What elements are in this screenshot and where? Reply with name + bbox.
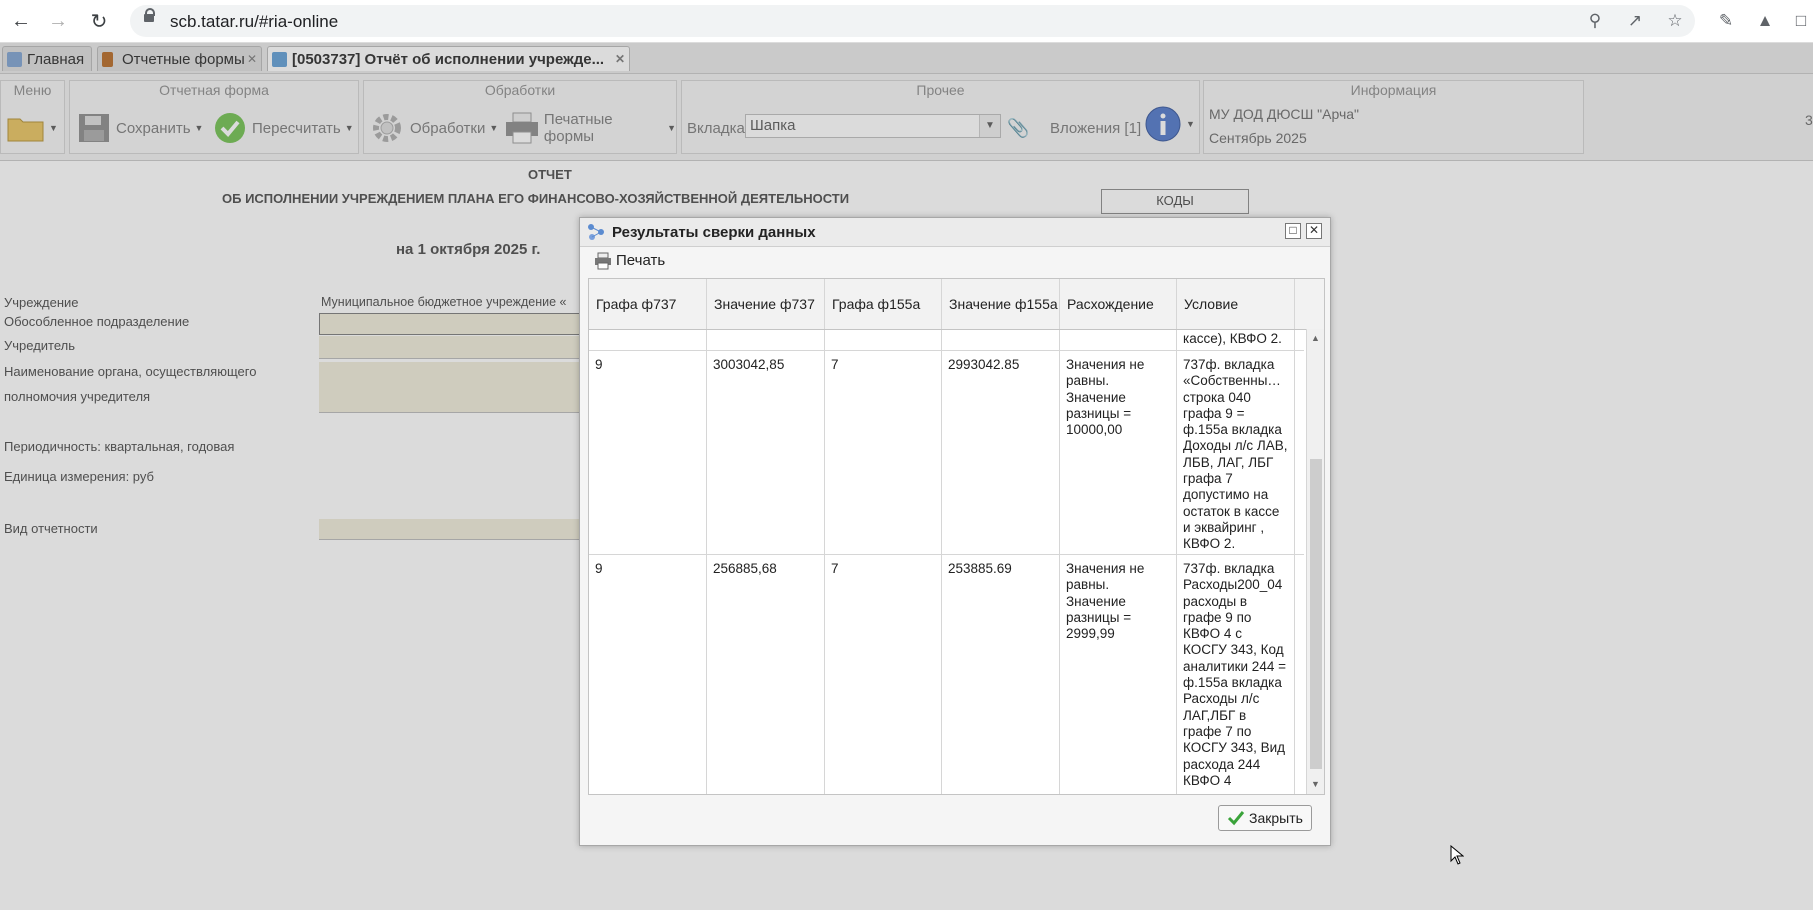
address-bar[interactable]: scb.tatar.ru/#ria-online ⚲ ↗ ☆ (130, 5, 1695, 37)
table-cell (707, 330, 825, 350)
flask-icon[interactable]: ▲ (1754, 10, 1776, 32)
key-icon[interactable]: ⚲ (1584, 10, 1606, 32)
table-row[interactable]: 9 3003042,85 7 2993042.85 Значения не ра… (589, 351, 1304, 555)
table-cell (589, 330, 707, 350)
column-header[interactable]: Значение ф155а (942, 279, 1060, 329)
browser-toolbar: ← → ↻ scb.tatar.ru/#ria-online ⚲ ↗ ☆ ✎ ▲… (0, 0, 1813, 43)
table-cell: 737ф. вкладка Расходы200_04 расходы в гр… (1177, 555, 1295, 794)
back-icon[interactable]: ← (8, 8, 34, 34)
url-text: scb.tatar.ru/#ria-online (170, 12, 339, 31)
close-icon[interactable]: ✕ (1306, 223, 1322, 239)
star-icon[interactable]: ☆ (1664, 10, 1686, 32)
dialog-title: Результаты сверки данных (612, 224, 816, 241)
table-cell: 7 (825, 555, 942, 794)
table-cell (825, 330, 942, 350)
printer-icon (595, 252, 611, 270)
share-icon[interactable]: ↗ (1624, 10, 1646, 32)
print-button[interactable]: Печать (588, 250, 1312, 274)
maximize-icon[interactable]: □ (1285, 223, 1301, 239)
column-header[interactable]: Графа ф155а (825, 279, 942, 329)
table-row[interactable]: 9 256885,68 7 253885.69 Значения не равн… (589, 555, 1304, 794)
table-cell: Значения не равны. Значение разницы = 29… (1060, 555, 1177, 794)
table-cell: кассе), КВФО 2. (1177, 330, 1295, 350)
column-header[interactable]: Значение ф737 (707, 279, 825, 329)
table-cell: 7 (825, 351, 942, 554)
scroll-up-icon[interactable]: ▲ (1311, 333, 1320, 343)
reconciliation-dialog: Результаты сверки данных □ ✕ Печать Граф… (579, 217, 1331, 846)
lock-icon (144, 8, 155, 22)
table-row[interactable]: кассе), КВФО 2. (589, 330, 1304, 351)
column-header[interactable]: Условие (1177, 279, 1295, 329)
scroll-thumb[interactable] (1310, 459, 1322, 769)
table-cell (942, 330, 1060, 350)
forward-icon[interactable]: → (45, 8, 71, 34)
table-cell: 9 (589, 555, 707, 794)
table-cell: 2993042.85 (942, 351, 1060, 554)
close-label: Закрыть (1249, 810, 1303, 826)
extensions-icon[interactable]: ✎ (1715, 10, 1737, 32)
results-grid: Графа ф737 Значение ф737 Графа ф155а Зна… (588, 278, 1325, 795)
table-cell: 3003042,85 (707, 351, 825, 554)
table-cell: 256885,68 (707, 555, 825, 794)
scroll-down-icon[interactable]: ▼ (1311, 779, 1320, 789)
network-icon (588, 224, 604, 240)
column-header[interactable]: Расхождение (1060, 279, 1177, 329)
table-cell (1060, 330, 1177, 350)
check-icon (1227, 811, 1245, 826)
mouse-cursor-icon (1450, 845, 1464, 865)
table-cell: 737ф. вкладка «Собственны… строка 040 гр… (1177, 351, 1295, 554)
table-cell: Значения не равны. Значение разницы = 10… (1060, 351, 1177, 554)
grid-header: Графа ф737 Значение ф737 Графа ф155а Зна… (589, 279, 1324, 330)
dialog-header: Результаты сверки данных □ ✕ (580, 218, 1330, 247)
profile-icon[interactable]: □ (1790, 10, 1812, 32)
vertical-scrollbar[interactable]: ▲ ▼ (1306, 329, 1324, 794)
close-button[interactable]: Закрыть (1218, 805, 1312, 831)
column-header[interactable]: Графа ф737 (589, 279, 707, 329)
table-cell: 253885.69 (942, 555, 1060, 794)
reload-icon[interactable]: ↻ (86, 8, 112, 34)
print-label: Печать (616, 252, 666, 269)
table-cell: 9 (589, 351, 707, 554)
